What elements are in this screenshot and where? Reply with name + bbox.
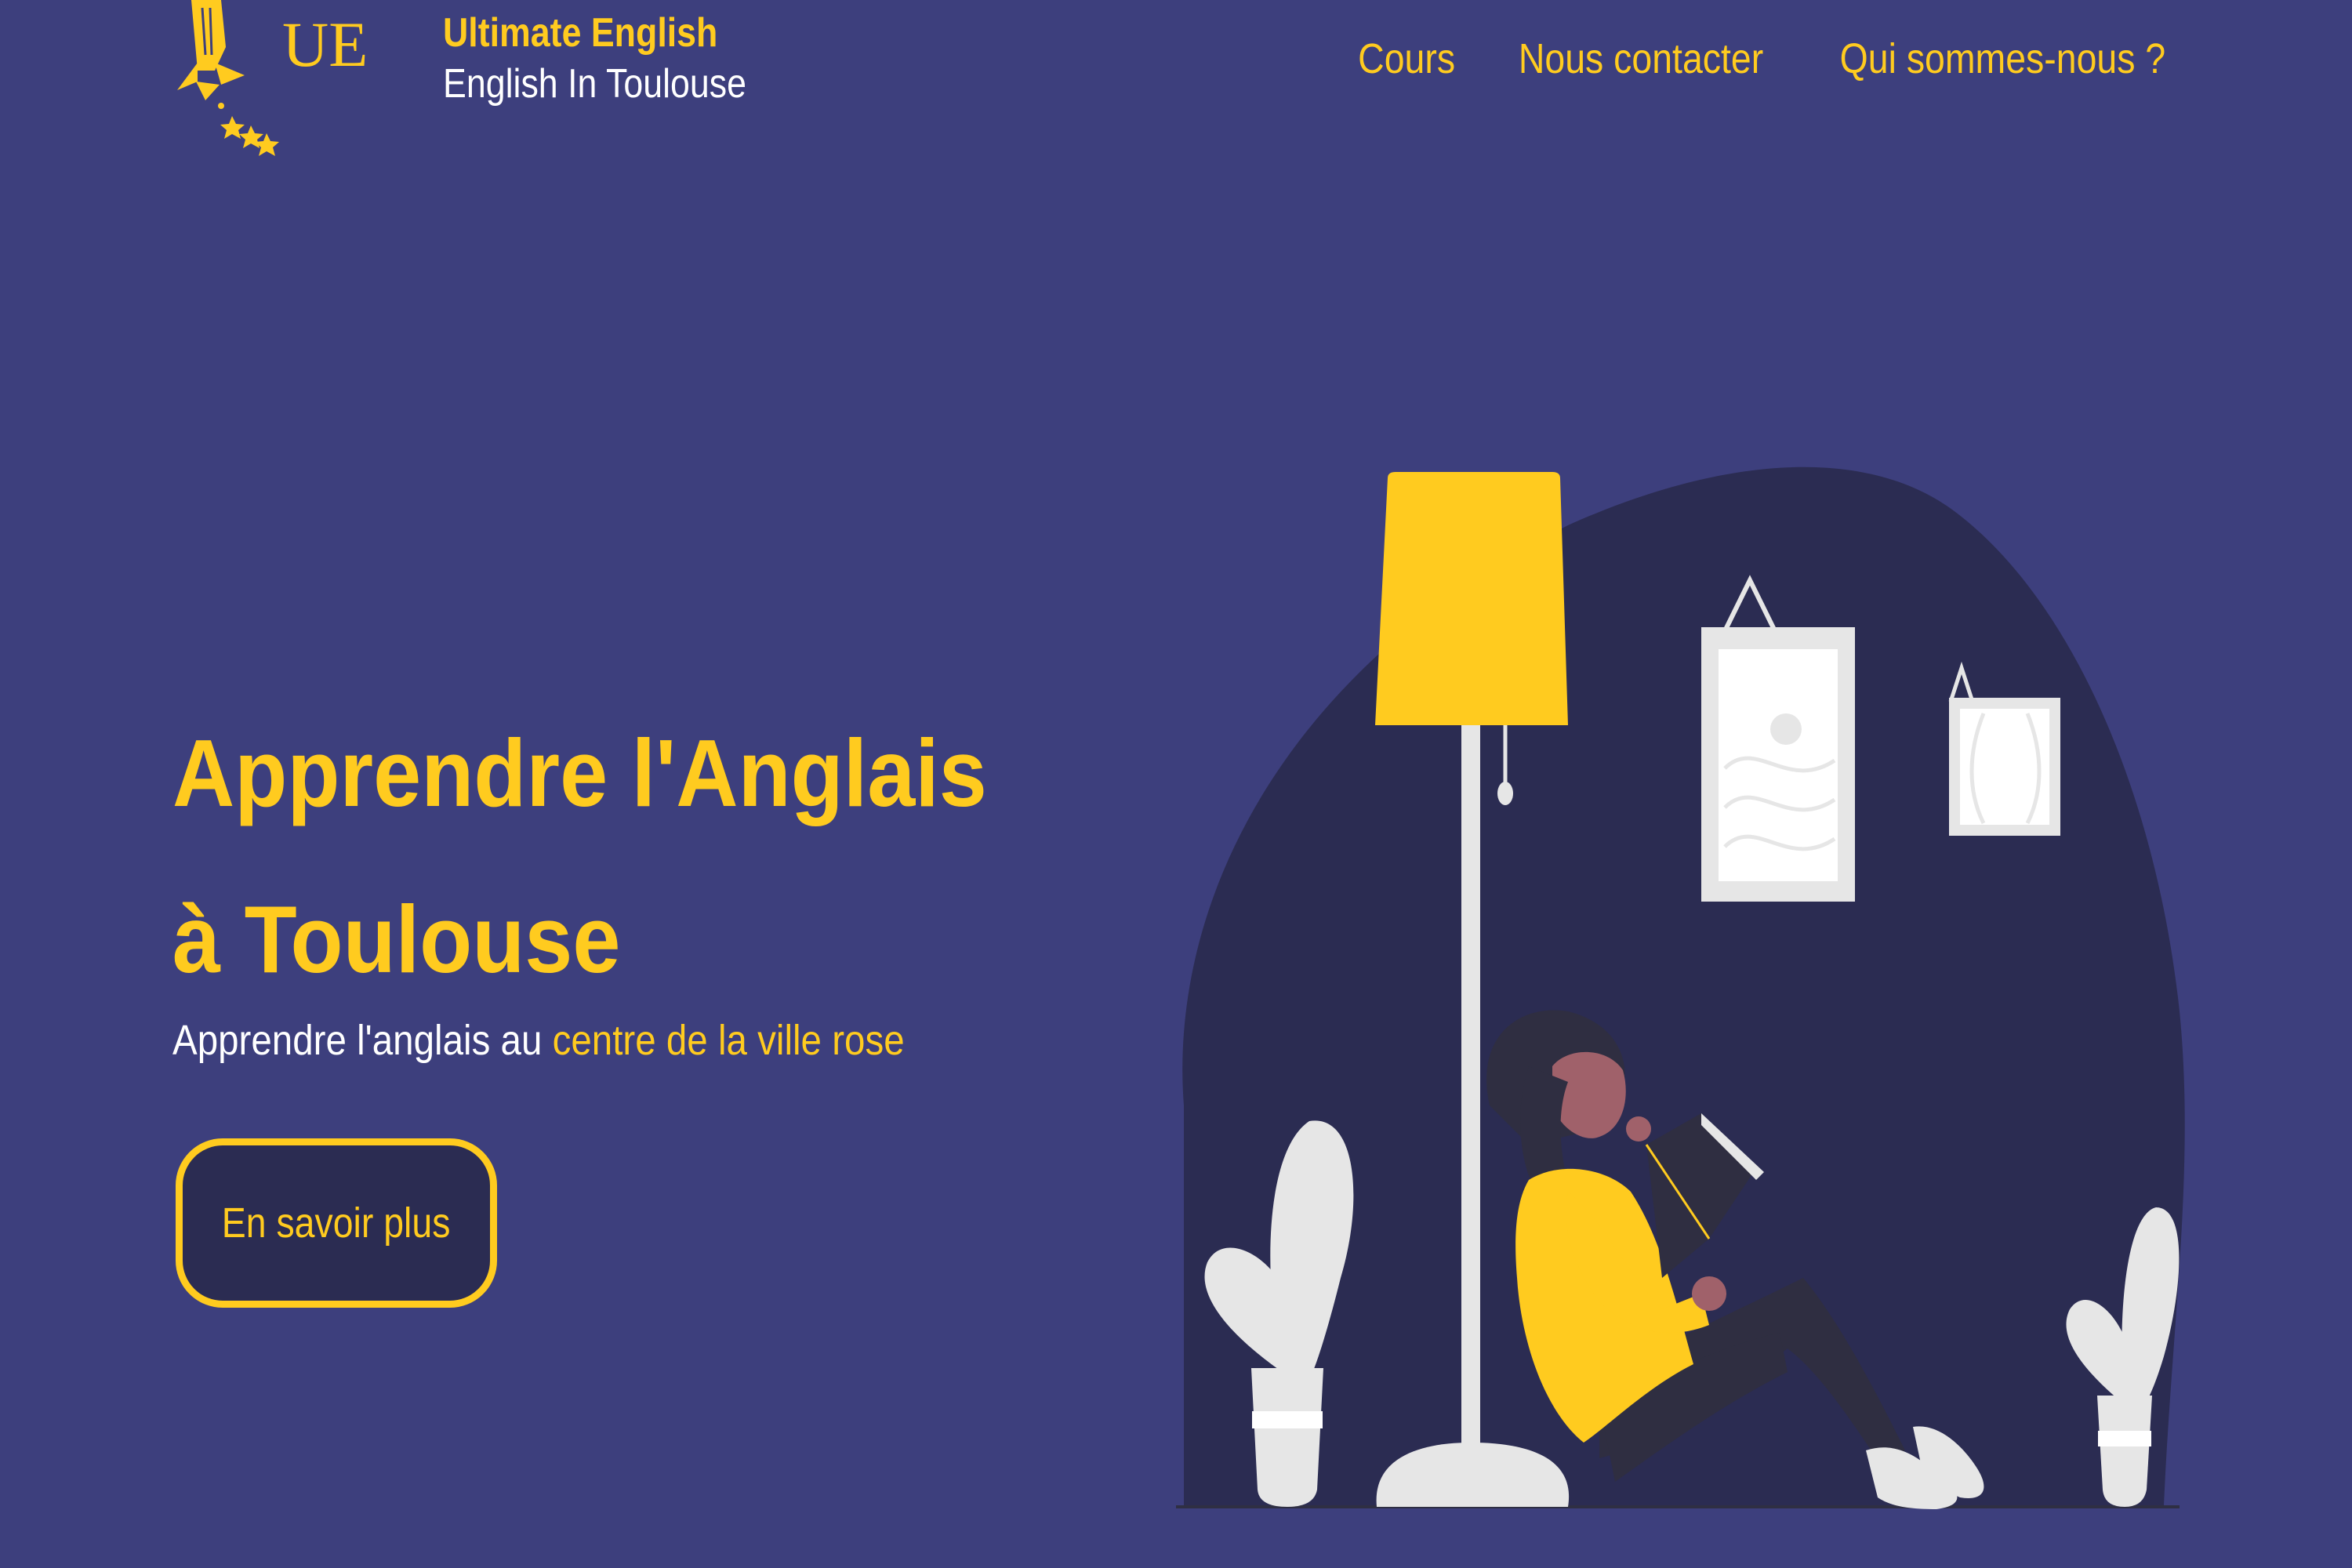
nav-link-about[interactable]: Qui sommes-nous ? xyxy=(1839,34,2165,83)
page: UE Ultimate English English In Toulouse … xyxy=(0,0,2352,1568)
learn-more-button[interactable]: En savoir plus xyxy=(176,1138,497,1308)
logo-text: UE xyxy=(282,9,368,80)
learn-more-label: En savoir plus xyxy=(222,1200,451,1247)
nav-link-contact[interactable]: Nous contacter xyxy=(1518,34,1762,83)
picture-frame-large xyxy=(1701,575,1855,902)
rocket-logo-icon: UE xyxy=(177,0,368,156)
site-logo[interactable]: UE xyxy=(174,0,378,169)
brand-block: Ultimate English English In Toulouse xyxy=(443,8,796,110)
reading-woman-illustration xyxy=(1176,466,2185,1509)
reading-illustration xyxy=(1160,463,2195,1529)
brand-name: Ultimate English xyxy=(443,10,718,56)
hero-subtitle-highlight: centre de la ville rose xyxy=(552,1017,905,1064)
brand-tagline: English In Toulouse xyxy=(443,61,747,107)
hero-title: Apprendre l'Anglais à Toulouse xyxy=(172,720,987,993)
star-icon xyxy=(218,103,279,156)
hero-subtitle: Apprendre l'anglais au centre de la vill… xyxy=(172,1016,905,1065)
hero-subtitle-prefix: Apprendre l'anglais au xyxy=(172,1017,553,1064)
main-nav: Cours Nous contacter Qui sommes-nous ? xyxy=(1319,34,2165,83)
nav-link-cours[interactable]: Cours xyxy=(1358,34,1455,83)
